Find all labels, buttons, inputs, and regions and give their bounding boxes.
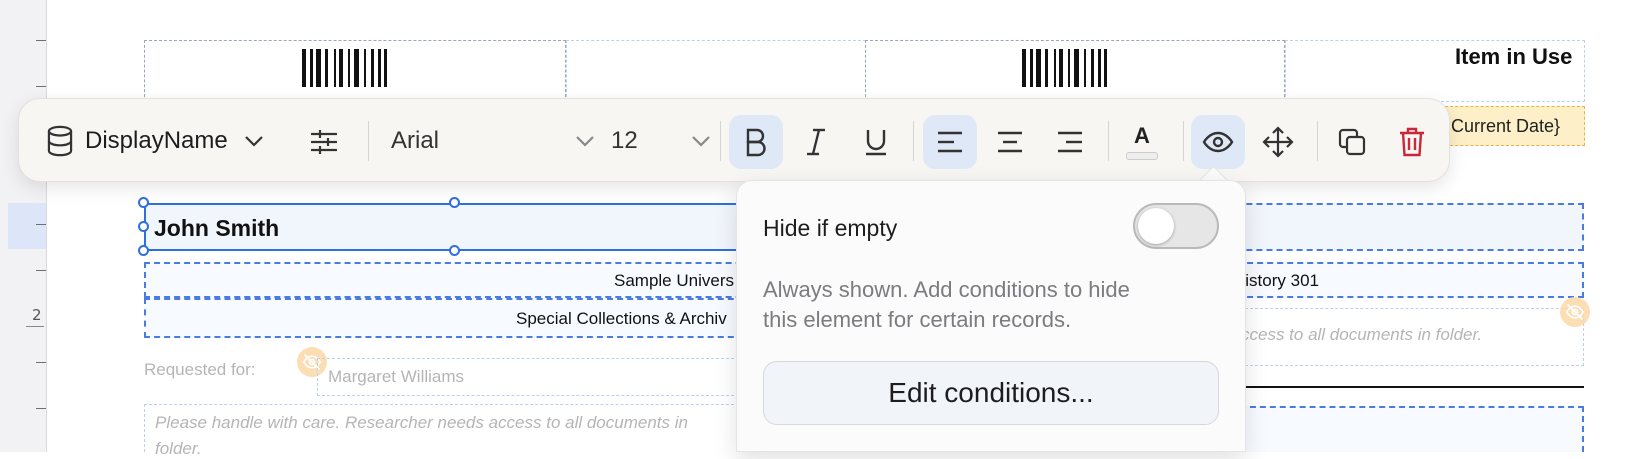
notes-right-text: ccess to all documents in folder. <box>1241 325 1483 344</box>
empty-cell[interactable] <box>566 40 866 102</box>
field-picker[interactable]: DisplayName <box>45 99 285 183</box>
italic-icon <box>803 127 829 157</box>
toggle-knob <box>1138 208 1174 244</box>
ruler-tick <box>36 40 46 41</box>
resize-handle[interactable] <box>449 197 460 208</box>
handle-note-field[interactable]: Please handle with care. Researcher need… <box>144 404 764 458</box>
chevron-down-icon <box>691 134 711 148</box>
align-right-icon <box>1056 130 1084 154</box>
align-left-icon <box>936 130 964 154</box>
requested-for-label: Requested for: <box>144 360 256 379</box>
copy-icon <box>1337 127 1367 157</box>
current-date-field[interactable]: Current Date} <box>1440 106 1585 146</box>
resize-handle[interactable] <box>449 245 460 256</box>
chevron-down-icon <box>244 134 264 148</box>
signature-line <box>1240 386 1584 388</box>
move-button[interactable] <box>1251 115 1305 169</box>
ruler-tick <box>36 86 46 87</box>
duplicate-button[interactable] <box>1325 115 1379 169</box>
bold-button[interactable] <box>729 115 783 169</box>
eye-icon <box>1202 131 1234 153</box>
ruler-major-tick <box>26 326 44 327</box>
bottom-right-field[interactable] <box>1240 406 1584 452</box>
toolbar-divider <box>368 121 369 161</box>
edit-conditions-button[interactable]: Edit conditions... <box>763 361 1219 425</box>
hide-if-empty-label: Hide if empty <box>763 215 898 241</box>
trash-icon <box>1398 126 1426 158</box>
underline-button[interactable] <box>849 115 903 169</box>
ruler-selection-highlight <box>8 203 46 249</box>
toolbar-divider <box>720 121 721 161</box>
align-left-button[interactable] <box>923 115 977 169</box>
field-picker-label: DisplayName <box>85 127 228 154</box>
font-color-button[interactable]: A <box>1115 115 1169 169</box>
ruler-tick <box>36 224 46 225</box>
vertical-ruler: 2 <box>0 0 47 452</box>
resize-handle[interactable] <box>138 221 149 232</box>
visibility-description-line1: Always shown. Add conditions to hide <box>763 277 1130 302</box>
visibility-popover: Hide if empty Always shown. Add conditio… <box>736 180 1246 452</box>
move-arrows-icon <box>1262 126 1294 158</box>
university-text: Sample Univers <box>614 271 734 290</box>
sliders-icon <box>309 128 339 156</box>
resize-handle[interactable] <box>138 245 149 256</box>
font-family-select[interactable]: Arial <box>391 99 595 183</box>
align-center-icon <box>996 130 1024 154</box>
barcode-left <box>302 49 387 87</box>
hide-if-empty-toggle[interactable] <box>1133 203 1219 249</box>
resize-handle[interactable] <box>138 197 149 208</box>
font-color-swatch <box>1126 151 1158 160</box>
toolbar-divider <box>1317 121 1318 161</box>
barcode-right <box>1022 49 1107 87</box>
collections-text: Special Collections & Archiv <box>516 309 727 328</box>
font-color-icon: A <box>1134 122 1150 148</box>
ruler-tick <box>36 362 46 363</box>
hidden-eye-badge[interactable] <box>1560 297 1590 327</box>
requested-for-field[interactable]: Margaret Williams <box>317 358 764 396</box>
font-family-value: Arial <box>391 127 440 154</box>
collections-row[interactable]: Special Collections & Archiv <box>144 298 764 338</box>
format-toolbar: DisplayName Arial 12 A <box>18 98 1450 182</box>
toolbar-divider <box>1108 121 1109 161</box>
italic-button[interactable] <box>789 115 843 169</box>
delete-button[interactable] <box>1385 115 1439 169</box>
notes-right-cell[interactable]: ccess to all documents in folder. <box>1240 308 1584 366</box>
visibility-description-line2: this element for certain records. <box>763 307 1072 332</box>
underline-icon <box>863 127 889 157</box>
visibility-button[interactable] <box>1191 115 1245 169</box>
chevron-down-icon <box>575 134 595 148</box>
header-item-in-use: Item in Use <box>1455 44 1573 69</box>
font-size-value: 12 <box>611 127 638 154</box>
ruler-tick <box>36 408 46 409</box>
bold-icon <box>743 127 769 157</box>
ruler-label: 2 <box>32 306 42 324</box>
font-size-select[interactable]: 12 <box>611 99 711 183</box>
toolbar-divider <box>913 121 914 161</box>
align-center-button[interactable] <box>983 115 1037 169</box>
database-icon <box>45 125 75 157</box>
ruler-tick <box>36 270 46 271</box>
toolbar-divider <box>1183 121 1184 161</box>
name-text: John Smith <box>154 215 280 241</box>
align-right-button[interactable] <box>1043 115 1097 169</box>
selected-name-element[interactable]: John Smith <box>144 203 764 251</box>
field-settings-button[interactable] <box>297 115 351 169</box>
